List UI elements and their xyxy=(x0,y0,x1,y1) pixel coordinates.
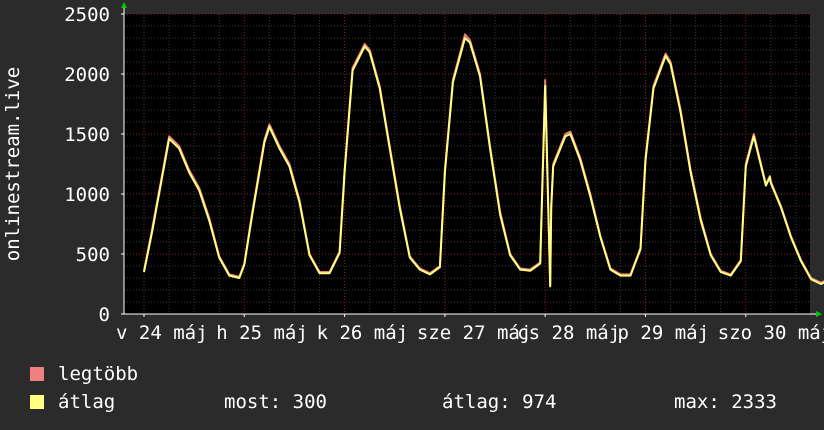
x-tick-label: v 24 máj xyxy=(116,322,208,344)
x-tick-label: h 25 máj xyxy=(216,322,308,344)
legend-swatch-avg xyxy=(30,395,44,409)
legend: legtöbb átlag xyxy=(30,360,138,416)
y-tick-label: 500 xyxy=(76,244,110,266)
legend-label-avg: átlag xyxy=(58,391,116,413)
y-tick-label: 2000 xyxy=(64,64,110,86)
x-tick-label: cs 28 máj xyxy=(517,322,620,344)
legend-label-max: legtöbb xyxy=(58,363,139,385)
x-tick-label: k 26 máj xyxy=(317,322,409,344)
legend-item-avg: átlag xyxy=(30,388,138,416)
stat-max: max: 2333 xyxy=(674,391,777,413)
x-tick-label: p 29 máj xyxy=(618,322,710,344)
x-axis-ticks: v 24 máj h 25 máj k 26 máj sze 27 májcs 28 … xyxy=(116,314,824,344)
y-tick-label: 1000 xyxy=(64,184,110,206)
x-tick-label: sze 27 máj xyxy=(417,322,531,344)
stat-average: átlag: 974 xyxy=(442,391,557,413)
y-axis-label: onlinestream.live xyxy=(2,67,24,261)
legend-swatch-max xyxy=(30,367,44,381)
stat-now: most: 300 xyxy=(224,391,327,413)
y-axis-ticks: 0 500 1000 1500 2000 2500 xyxy=(64,4,124,326)
x-axis-arrow xyxy=(816,311,822,317)
y-tick-label: 0 xyxy=(99,304,110,326)
y-tick-label: 1500 xyxy=(64,124,110,146)
y-axis-arrow xyxy=(121,2,127,8)
x-tick-label: szo 30 máj xyxy=(718,322,824,344)
y-tick-label: 2500 xyxy=(64,4,110,26)
legend-item-max: legtöbb xyxy=(30,360,138,388)
